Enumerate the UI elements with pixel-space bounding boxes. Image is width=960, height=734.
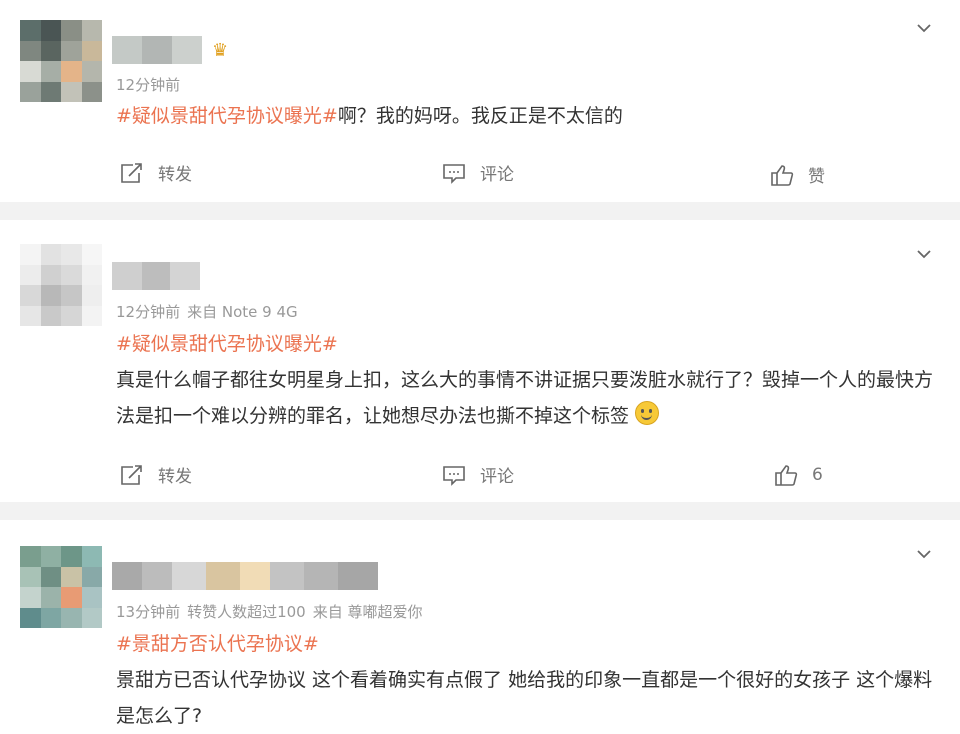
repost-label: 转发 xyxy=(158,467,192,487)
chevron-down-icon[interactable] xyxy=(916,20,932,36)
username-blurred[interactable] xyxy=(112,36,202,64)
repost-icon xyxy=(121,464,142,485)
repost-button[interactable]: 转发 xyxy=(120,462,192,487)
hashtag-link[interactable]: #景甜方否认代孕协议# xyxy=(116,626,936,662)
comment-icon xyxy=(443,163,465,184)
post-time: 12分钟前 xyxy=(116,303,181,321)
like-count: 6 xyxy=(812,465,823,485)
hashtag-link[interactable]: #疑似景甜代孕协议曝光# xyxy=(116,326,936,362)
repost-button[interactable]: 转发 xyxy=(120,160,192,185)
comment-icon xyxy=(443,465,465,486)
username-blurred[interactable] xyxy=(112,562,378,590)
separator xyxy=(0,202,960,220)
like-button[interactable]: 赞 xyxy=(770,162,825,187)
chevron-down-icon[interactable] xyxy=(916,546,932,562)
repost-icon xyxy=(121,162,142,183)
comment-body: #疑似景甜代孕协议曝光# 真是什么帽子都往女明星身上扣，这么大的事情不讲证据只要… xyxy=(116,326,936,434)
comment-button[interactable]: 评论 xyxy=(442,462,514,487)
comment-meta: 12分钟前 xyxy=(116,74,187,95)
avatar[interactable] xyxy=(20,244,102,326)
comment-text: 真是什么帽子都往女明星身上扣，这么大的事情不讲证据只要泼脏水就行了？毁掉一个人的… xyxy=(116,369,934,427)
avatar[interactable] xyxy=(20,20,102,102)
comment-card: ♛ 12分钟前 #疑似景甜代孕协议曝光#啊？我的妈呀。我反正是不太信的 转发 评… xyxy=(0,0,960,202)
chevron-down-icon[interactable] xyxy=(916,246,932,262)
comment-body: #疑似景甜代孕协议曝光#啊？我的妈呀。我反正是不太信的 xyxy=(116,98,936,134)
comment-meta: 12分钟前 来自 Note 9 4G xyxy=(116,301,305,322)
repost-label: 转发 xyxy=(158,165,192,185)
comment-card: 12分钟前 来自 Note 9 4G #疑似景甜代孕协议曝光# 真是什么帽子都往女… xyxy=(0,220,960,502)
like-count: 赞 xyxy=(808,167,825,187)
comment-meta: 13分钟前 转赞人数超过100 来自 尊嘟超爱你 xyxy=(116,601,430,622)
comment-button[interactable]: 评论 xyxy=(442,160,514,185)
comment-body: #景甜方否认代孕协议# 景甜方已否认代孕协议 这个看着确实有点假了 她给我的印象… xyxy=(116,626,936,734)
comment-card: 13分钟前 转赞人数超过100 来自 尊嘟超爱你 #景甜方否认代孕协议# 景甜方已否… xyxy=(0,520,960,732)
post-time: 13分钟前 xyxy=(116,603,181,621)
repost-like-count-note: 转赞人数超过100 xyxy=(187,603,306,621)
post-time: 12分钟前 xyxy=(116,76,181,94)
post-source: 来自 尊嘟超爱你 xyxy=(312,603,423,621)
smile-emoji-icon xyxy=(635,401,660,425)
post-source: 来自 Note 9 4G xyxy=(187,303,298,321)
crown-badge-icon: ♛ xyxy=(212,40,229,61)
thumbs-up-icon xyxy=(775,465,798,486)
comment-text: 景甜方已否认代孕协议 这个看着确实有点假了 她给我的印象一直都是一个很好的女孩子… xyxy=(116,669,933,727)
avatar[interactable] xyxy=(20,546,102,628)
comment-label: 评论 xyxy=(480,165,514,185)
comment-text: 啊？我的妈呀。我反正是不太信的 xyxy=(337,105,623,127)
username-blurred[interactable] xyxy=(112,262,200,290)
thumbs-up-icon xyxy=(771,164,794,186)
like-button[interactable]: 6 xyxy=(774,464,823,486)
separator xyxy=(0,502,960,520)
comment-label: 评论 xyxy=(480,467,514,487)
hashtag-link[interactable]: #疑似景甜代孕协议曝光# xyxy=(116,105,338,127)
